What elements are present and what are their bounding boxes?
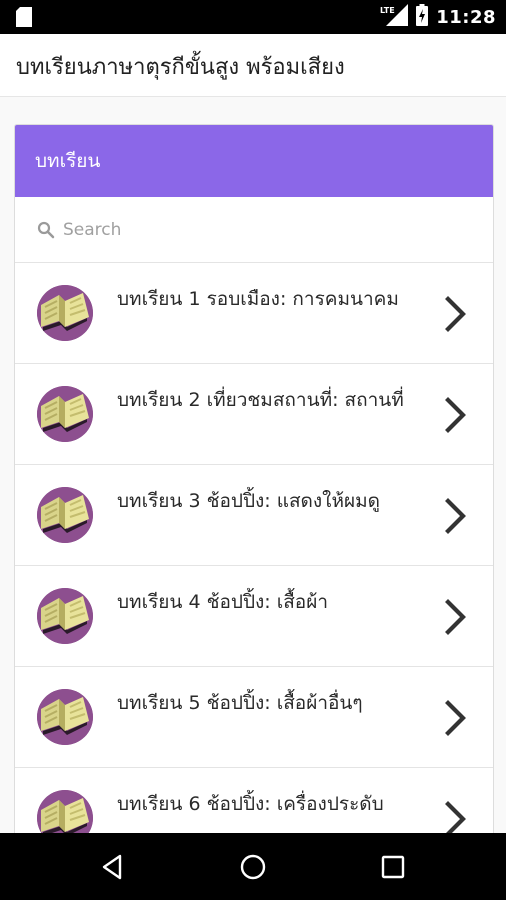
- navigation-bar: [0, 833, 506, 900]
- open-book-icon: [37, 487, 93, 543]
- lesson-title: บทเรียน 6 ช้อปปิ้ง: เครื่องประดับ: [117, 793, 384, 815]
- list-item[interactable]: บทเรียน 3 ช้อปปิ้ง: แสดงให้ผมดู: [15, 465, 493, 566]
- list-item[interactable]: บทเรียน 4 ช้อปปิ้ง: เสื้อผ้า: [15, 566, 493, 667]
- svg-text:LTE: LTE: [380, 6, 395, 15]
- chevron-right-icon[interactable]: [443, 497, 469, 535]
- chevron-right-icon[interactable]: [443, 396, 469, 434]
- screen: LTE 11:28 บทเรียนภาษาตุรกีขั้นสูง พร้อมเ…: [0, 0, 506, 900]
- list-item[interactable]: บทเรียน 2 เที่ยวชมสถานที่: สถานที่: [15, 364, 493, 465]
- search-icon: [37, 221, 55, 238]
- recents-icon[interactable]: [376, 851, 410, 883]
- open-book-icon: [37, 285, 93, 341]
- lesson-title: บทเรียน 4 ช้อปปิ้ง: เสื้อผ้า: [117, 591, 329, 613]
- list-item[interactable]: บทเรียน 5 ช้อปปิ้ง: เสื้อผ้าอื่นๆ: [15, 667, 493, 768]
- open-book-icon: [37, 790, 93, 833]
- lesson-list: บทเรียน 1 รอบเมือง: การคมนาคม บทเรียน 2 …: [15, 263, 493, 833]
- app-title: บทเรียนภาษาตุรกีขั้นสูง พร้อมเสียง: [16, 55, 345, 80]
- chevron-right-icon[interactable]: [443, 295, 469, 333]
- content-area: บทเรียน บทเรียน 1 รอบเมือง:: [0, 97, 506, 833]
- lesson-title: บทเรียน 5 ช้อปปิ้ง: เสื้อผ้าอื่นๆ: [117, 692, 363, 714]
- card-header: บทเรียน: [15, 125, 493, 197]
- home-icon[interactable]: [236, 851, 270, 883]
- clock: 11:28: [436, 6, 496, 28]
- battery-charging-icon: [416, 4, 429, 30]
- status-bar: LTE 11:28: [0, 0, 506, 34]
- lessons-card: บทเรียน บทเรียน 1 รอบเมือง:: [14, 124, 494, 833]
- list-item[interactable]: บทเรียน 1 รอบเมือง: การคมนาคม: [15, 263, 493, 364]
- chevron-right-icon[interactable]: [443, 598, 469, 636]
- list-item[interactable]: บทเรียน 6 ช้อปปิ้ง: เครื่องประดับ: [15, 768, 493, 833]
- sd-card-icon: [16, 7, 32, 31]
- chevron-right-icon[interactable]: [443, 800, 469, 833]
- back-icon[interactable]: [96, 851, 130, 883]
- app-bar: บทเรียนภาษาตุรกีขั้นสูง พร้อมเสียง: [0, 34, 506, 97]
- lte-signal-icon: LTE: [380, 4, 409, 30]
- open-book-icon: [37, 386, 93, 442]
- lesson-title: บทเรียน 2 เที่ยวชมสถานที่: สถานที่: [117, 389, 404, 411]
- lesson-title: บทเรียน 1 รอบเมือง: การคมนาคม: [117, 288, 399, 310]
- chevron-right-icon[interactable]: [443, 699, 469, 737]
- open-book-icon: [37, 588, 93, 644]
- card-header-title: บทเรียน: [35, 150, 101, 172]
- search-input[interactable]: [63, 219, 423, 240]
- open-book-icon: [37, 689, 93, 745]
- search-bar[interactable]: [15, 197, 493, 263]
- lesson-title: บทเรียน 3 ช้อปปิ้ง: แสดงให้ผมดู: [117, 490, 380, 512]
